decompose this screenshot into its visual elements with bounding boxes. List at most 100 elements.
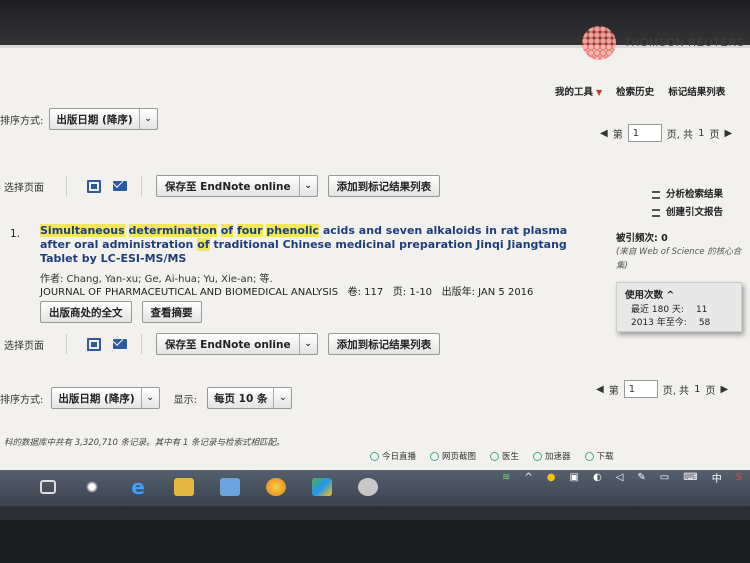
brand: THOMSON REUTERS [582, 26, 745, 60]
save-endnote-button[interactable]: 保存至 EndNote online ⌄ [156, 333, 318, 355]
side-links: 分析检索结果 创建引文报告 [652, 186, 723, 222]
print-icon[interactable] [87, 179, 101, 193]
title-segment [125, 224, 129, 237]
pager-top: ◀ 第 1 页, 共 1 页 ▶ [600, 124, 732, 142]
file-explorer-icon[interactable] [174, 478, 194, 496]
usage-row: 最近 180 天: 11 [631, 305, 708, 315]
record-number: 1. [10, 228, 21, 240]
browser-status-bar: 今日直播 网页截图 医生 加速器 下载 [370, 450, 614, 462]
per-page-select[interactable]: 每页 10 条 ⌄ [207, 387, 293, 409]
action-row-top: 选择页面 保存至 EndNote online ⌄ 添加到标记结果列表 [0, 172, 750, 200]
download-item[interactable]: 下载 [584, 450, 614, 462]
phone-icon [430, 452, 440, 461]
next-page-icon[interactable]: ▶ [724, 128, 732, 139]
doctor-item[interactable]: 医生 [490, 450, 519, 462]
full-text-button[interactable]: 出版商处的全文 [40, 301, 132, 323]
title-segment: phenolic [266, 224, 320, 237]
play-store-icon[interactable] [312, 478, 332, 496]
download-icon [584, 452, 594, 461]
title-segment: of [220, 224, 234, 237]
sogou-icon[interactable]: S [736, 472, 742, 483]
bar-chart-icon [652, 208, 660, 217]
store-icon[interactable] [220, 478, 240, 496]
sort-label: 排序方式: [0, 115, 44, 127]
fan-app-icon[interactable] [82, 478, 102, 496]
record-buttons: 出版商处的全文 查看摘要 [40, 301, 202, 323]
page-input[interactable]: 1 [623, 380, 658, 398]
next-page-icon[interactable]: ▶ [720, 384, 728, 395]
page-label: 第 [608, 385, 619, 397]
show-label: 显示: [173, 394, 198, 406]
add-marked-button[interactable]: 添加到标记结果列表 [327, 333, 441, 355]
chevron-down-icon: ⌄ [138, 109, 157, 129]
usage-row: 2013 年至今: 58 [631, 318, 711, 328]
message-icon[interactable]: ▭ [660, 472, 669, 483]
journal-name[interactable]: JOURNAL OF PHARMACEUTICAL AND BIOMEDICAL… [40, 287, 338, 298]
my-tools-menu[interactable]: 我的工具 ▼ [555, 84, 602, 98]
page-label: 第 [612, 129, 623, 141]
search-history-link[interactable]: 检索历史 [616, 84, 654, 98]
network-icon[interactable]: ▣ [570, 472, 579, 483]
system-tray: ≋ ^ ● ▣ ◐ ◁ ✎ ▭ ⌨ 中 S [502, 470, 742, 485]
print-icon[interactable] [87, 337, 101, 351]
page-suffix: 页 [705, 385, 716, 397]
pen-icon[interactable]: ✎ [637, 472, 645, 483]
of-label: 页, 共 [662, 385, 690, 397]
chevron-up-icon[interactable]: ^ [524, 472, 532, 483]
volume-icon[interactable]: ◁ [616, 472, 624, 483]
title-segment: determination [128, 224, 217, 237]
keyboard-icon[interactable]: ⌨ [683, 472, 697, 483]
active-app-icon[interactable] [358, 478, 378, 496]
analyze-results-link[interactable]: 分析检索结果 [652, 186, 723, 204]
security-icon[interactable]: ● [547, 472, 556, 483]
citation-source: (来自 Web of Science 的核心合集) [616, 247, 742, 271]
action-row-bottom: 选择页面 保存至 EndNote online ⌄ 添加到标记结果列表 [0, 330, 750, 358]
volume: 卷: 117 [347, 287, 384, 298]
times-cited[interactable]: 被引频次: 0 [616, 233, 668, 244]
sort-label: 排序方式: [0, 394, 44, 406]
pager-bottom: ◀ 第 1 页, 共 1 页 ▶ [596, 380, 728, 398]
sort-select[interactable]: 出版日期 (降序) ⌄ [51, 387, 160, 409]
chevron-down-icon: ⌄ [273, 388, 291, 408]
screen-bezel [0, 520, 750, 563]
usage-count-box: 使用次数 ^ 最近 180 天: 11 2013 年至今: 58 [616, 282, 742, 332]
usage-header[interactable]: 使用次数 ^ [625, 287, 733, 301]
task-view-icon[interactable] [40, 480, 56, 494]
add-marked-button[interactable]: 添加到标记结果列表 [327, 175, 441, 197]
pages: 页: 1-10 [392, 287, 433, 298]
browser-app-icon[interactable] [266, 478, 286, 496]
record-title[interactable]: Simultaneous determination of four pheno… [40, 224, 580, 266]
screenshot-item[interactable]: 网页截图 [430, 450, 476, 462]
total-pages: 1 [694, 383, 701, 395]
citation-report-link[interactable]: 创建引文报告 [652, 204, 723, 222]
accelerator-item[interactable]: 加速器 [533, 450, 571, 462]
prev-page-icon[interactable]: ◀ [600, 128, 608, 139]
citation-count: 被引频次: 0 (来自 Web of Science 的核心合集) [616, 232, 750, 273]
mic-icon[interactable]: ◐ [593, 472, 602, 483]
chevron-down-icon: ⌄ [298, 176, 317, 196]
title-segment: of [197, 238, 210, 251]
edge-browser-icon[interactable]: e [128, 477, 148, 497]
page-suffix: 页 [709, 129, 720, 141]
prev-page-icon[interactable]: ◀ [596, 384, 604, 395]
live-item[interactable]: 今日直播 [370, 450, 416, 462]
email-icon[interactable] [113, 339, 127, 349]
select-page-label[interactable]: 选择页面 [4, 337, 44, 352]
view-abstract-button[interactable]: 查看摘要 [141, 301, 202, 323]
email-icon[interactable] [113, 181, 127, 191]
play-icon [370, 452, 379, 461]
ime-indicator[interactable]: 中 [712, 470, 722, 485]
sort-select[interactable]: 出版日期 (降序) ⌄ [49, 108, 158, 130]
select-page-label[interactable]: 选择页面 [4, 179, 44, 194]
top-toolbar: 我的工具 ▼ 检索历史 标记结果列表 [555, 84, 725, 98]
chevron-down-icon: ⌄ [298, 334, 317, 354]
page-input[interactable]: 1 [627, 124, 662, 142]
taskbar-icons: e [40, 477, 378, 497]
wifi-icon[interactable]: ≋ [502, 472, 510, 483]
of-label: 页, 共 [666, 129, 694, 141]
title-segment: four [236, 224, 263, 237]
save-endnote-button[interactable]: 保存至 EndNote online ⌄ [156, 175, 318, 197]
publish-date: 出版年: JAN 5 2016 [441, 287, 534, 298]
marked-list-link[interactable]: 标记结果列表 [668, 84, 725, 98]
record-journal-line: JOURNAL OF PHARMACEUTICAL AND BIOMEDICAL… [40, 283, 533, 298]
